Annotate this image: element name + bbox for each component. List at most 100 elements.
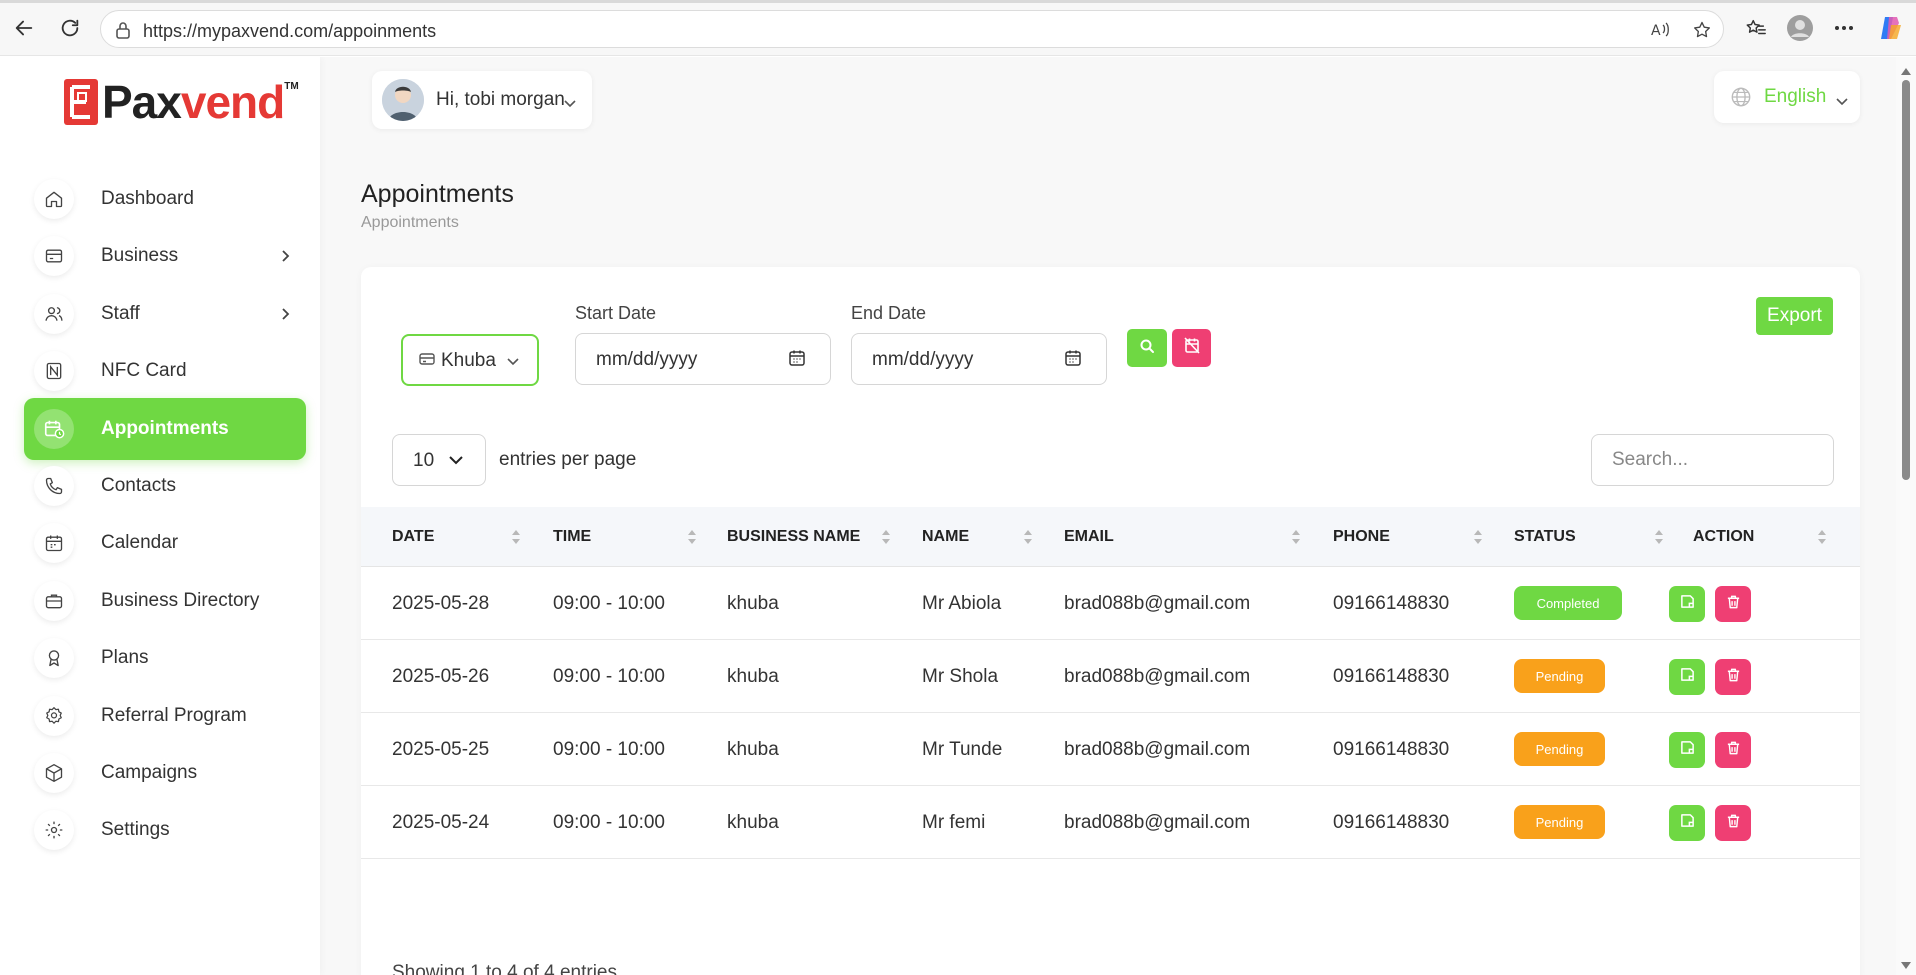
entries-per-page-select[interactable]: 10 [392,434,486,486]
back-icon[interactable] [10,14,38,42]
url-text[interactable]: https://mypaxvend.com/appoinments [143,21,436,42]
cell-phone: 09166148830 [1333,811,1450,833]
start-date-input[interactable]: mm/dd/yyyy [575,333,831,385]
column-header-date[interactable]: DATE [392,507,434,567]
column-header-business-name[interactable]: BUSINESS NAME [727,507,860,567]
cell-phone: 09166148830 [1333,592,1450,614]
sort-icon[interactable] [1291,528,1301,546]
sidebar-item-label: Campaigns [101,762,198,783]
business-select-value: Khuba [441,350,496,371]
scroll-up-icon[interactable] [1900,63,1912,75]
briefcase-icon [34,580,74,621]
favorites-icon[interactable] [1742,14,1770,42]
delete-button[interactable] [1715,586,1751,622]
sidebar-item-contacts[interactable]: Contacts [24,455,306,517]
column-header-time[interactable]: TIME [553,507,591,567]
cell-phone: 09166148830 [1333,665,1450,687]
home-icon [34,179,74,219]
business-select[interactable]: Khuba [401,334,539,386]
sidebar-item-label: Business [101,245,179,267]
phone-icon [34,466,74,506]
user-greeting: Hi, tobi morgan [436,89,565,110]
sort-icon[interactable] [687,528,697,546]
sidebar-item-settings[interactable]: Settings [24,799,306,861]
table-info: Showing 1 to 4 of 4 entries [392,962,617,975]
chevron-down-icon [564,95,576,113]
cell-business: khuba [727,738,779,760]
edit-button[interactable] [1669,659,1705,695]
sort-icon[interactable] [1473,528,1483,546]
profile-icon[interactable] [1786,14,1814,42]
logo-mark-icon [62,77,100,127]
card-icon [419,352,435,371]
star-icon[interactable] [1691,19,1713,41]
start-date-label: Start Date [575,303,657,323]
read-aloud-icon[interactable]: A [1649,19,1671,41]
logo[interactable]: Paxvend TM [62,77,299,127]
edit-icon [1680,813,1695,833]
sidebar-item-campaigns[interactable]: Campaigns [24,742,306,804]
sidebar-item-dashboard[interactable]: Dashboard [24,168,306,230]
sidebar-item-calendar[interactable]: Calendar [24,512,306,574]
edit-button[interactable] [1669,586,1705,622]
trash-icon [1726,594,1741,615]
clear-filter-button[interactable] [1172,329,1211,367]
page-scrollbar-thumb[interactable] [1902,80,1910,480]
column-header-email[interactable]: EMAIL [1064,507,1114,567]
column-header-status[interactable]: STATUS [1514,507,1576,567]
table-search-input[interactable] [1591,434,1834,486]
copilot-icon[interactable] [1876,14,1904,42]
svg-text:A: A [1651,23,1661,39]
sidebar-item-business[interactable]: Business [24,225,306,287]
card-icon [34,236,74,277]
search-button[interactable] [1127,329,1167,367]
gear-badge-icon [34,695,74,736]
language-selector[interactable]: English [1714,71,1860,123]
delete-button[interactable] [1715,805,1751,841]
logo-text-vend: vend [180,76,285,128]
end-date-placeholder: mm/dd/yyyy [872,349,974,370]
sidebar-item-appointments[interactable]: Appointments [24,397,306,460]
sidebar-item-staff[interactable]: Staff [24,283,306,345]
address-bar[interactable]: https://mypaxvend.com/appoinments A [100,10,1724,48]
scroll-down-icon[interactable] [1900,958,1912,969]
calendar-icon [34,523,74,564]
app-container: Paxvend TM Dashboard Business Staff NFC Car… [6,57,1896,975]
refresh-icon[interactable] [56,14,84,42]
globe-icon [1730,86,1752,113]
sort-icon[interactable] [511,528,521,546]
column-header-action[interactable]: ACTION [1693,507,1754,567]
user-menu[interactable]: Hi, tobi morgan [372,71,592,129]
sort-icon[interactable] [881,528,891,546]
column-header-name[interactable]: NAME [922,507,969,567]
calendar-icon[interactable] [788,349,806,372]
delete-button[interactable] [1715,732,1751,768]
box-icon [34,753,74,793]
sort-icon[interactable] [1817,528,1827,546]
avatar [382,79,424,121]
sidebar-item-plans[interactable]: Plans [24,627,306,689]
status-badge: Pending [1514,659,1605,693]
export-button[interactable]: Export [1756,297,1833,335]
edit-button[interactable] [1669,732,1705,768]
tab-strip-edge [0,0,1916,3]
chevron-down-icon [449,452,463,470]
column-header-phone[interactable]: PHONE [1333,507,1390,567]
calendar-icon[interactable] [1064,349,1082,372]
sidebar: Paxvend TM Dashboard Business Staff NFC Car… [6,57,320,975]
sidebar-item-business-directory[interactable]: Business Directory [24,570,306,632]
more-icon[interactable] [1830,14,1858,42]
calendar-off-icon [1183,337,1200,359]
sidebar-item-nfc-card[interactable]: NFC Card [24,340,306,402]
end-date-input[interactable]: mm/dd/yyyy [851,333,1107,385]
nfc-icon [34,351,74,392]
sidebar-item-referral-program[interactable]: Referral Program [24,685,306,747]
entries-per-page-value: 10 [413,450,435,471]
edit-button[interactable] [1669,805,1705,841]
delete-button[interactable] [1715,659,1751,695]
sort-icon[interactable] [1023,528,1033,546]
lock-icon[interactable] [115,21,131,44]
sidebar-item-label: Contacts [101,475,176,496]
breadcrumb[interactable]: Appointments [361,214,459,232]
sort-icon[interactable] [1654,528,1664,546]
